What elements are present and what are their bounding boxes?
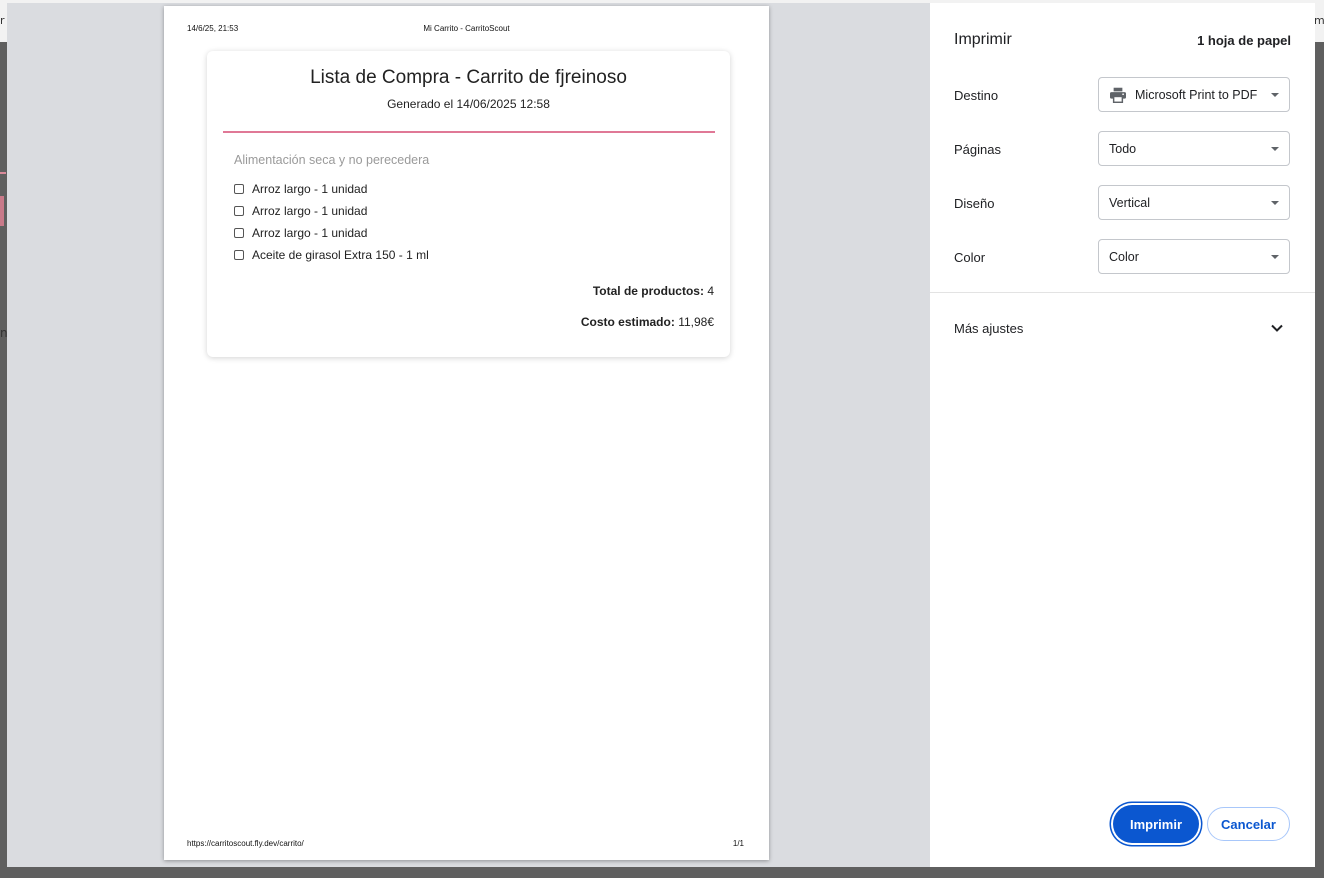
pages-label: Páginas bbox=[954, 142, 1001, 157]
cancel-button[interactable]: Cancelar bbox=[1207, 807, 1290, 841]
item-label: Aceite de girasol Extra 150 - 1 ml bbox=[252, 248, 429, 262]
page-footer-url: https://carritoscout.fly.dev/carrito/ bbox=[187, 839, 304, 848]
print-dialog: 14/6/25, 21:53 Mi Carrito - CarritoScout… bbox=[7, 3, 1315, 867]
list-item: Aceite de girasol Extra 150 - 1 ml bbox=[234, 244, 704, 266]
background-accent-line bbox=[0, 172, 6, 174]
layout-label: Diseño bbox=[954, 196, 995, 211]
background-text-fragment: me bbox=[1314, 14, 1324, 27]
checkbox-icon bbox=[234, 206, 244, 216]
page-header-title: Mi Carrito - CarritoScout bbox=[423, 24, 510, 33]
destination-value: Microsoft Print to PDF bbox=[1135, 87, 1258, 102]
color-label: Color bbox=[954, 250, 986, 265]
total-products: Total de productos: 4 bbox=[593, 284, 714, 298]
item-label: Arroz largo - 1 unidad bbox=[252, 182, 368, 196]
layout-value: Vertical bbox=[1109, 195, 1150, 210]
list-item: Arroz largo - 1 unidad bbox=[234, 222, 704, 244]
category-heading: Alimentación seca y no perecedera bbox=[234, 153, 430, 167]
more-settings-toggle[interactable]: Más ajustes bbox=[954, 321, 1023, 336]
print-settings-panel: Imprimir 1 hoja de papel Destino Microso… bbox=[930, 3, 1315, 867]
list-title: Lista de Compra - Carrito de fjreinoso bbox=[310, 67, 627, 88]
chevron-down-icon[interactable] bbox=[1270, 321, 1284, 335]
shopping-list-card: Lista de Compra - Carrito de fjreinoso G… bbox=[207, 51, 730, 357]
print-preview[interactable]: 14/6/25, 21:53 Mi Carrito - CarritoScout… bbox=[7, 3, 930, 867]
color-select[interactable]: Color bbox=[1098, 239, 1290, 274]
color-value: Color bbox=[1109, 249, 1139, 264]
printer-icon bbox=[1110, 87, 1126, 103]
checkbox-icon bbox=[234, 184, 244, 194]
pages-select[interactable]: Todo bbox=[1098, 131, 1290, 166]
page-footer-number: 1/1 bbox=[732, 839, 744, 848]
destination-select[interactable]: Microsoft Print to PDF bbox=[1098, 77, 1290, 112]
background-text-fragment: r bbox=[0, 14, 5, 27]
dropdown-arrow-icon bbox=[1271, 93, 1279, 97]
estimated-cost-label: Costo estimado: bbox=[580, 315, 675, 329]
list-item: Arroz largo - 1 unidad bbox=[234, 178, 704, 200]
total-products-value: 4 bbox=[707, 284, 714, 298]
title-divider bbox=[223, 131, 715, 133]
background-accent-block bbox=[0, 196, 4, 226]
list-item: Arroz largo - 1 unidad bbox=[234, 200, 704, 222]
estimated-cost-value: 11,98€ bbox=[678, 315, 714, 329]
print-button[interactable]: Imprimir bbox=[1113, 805, 1199, 843]
item-list: Arroz largo - 1 unidad Arroz largo - 1 u… bbox=[234, 178, 704, 266]
pages-value: Todo bbox=[1109, 141, 1137, 156]
settings-divider bbox=[930, 292, 1315, 293]
sheet-count: 1 hoja de papel bbox=[1197, 33, 1291, 48]
dropdown-arrow-icon bbox=[1271, 201, 1279, 205]
destination-label: Destino bbox=[954, 88, 999, 103]
estimated-cost: Costo estimado: 11,98€ bbox=[581, 315, 714, 329]
checkbox-icon bbox=[234, 250, 244, 260]
item-label: Arroz largo - 1 unidad bbox=[252, 226, 368, 240]
panel-title: Imprimir bbox=[954, 31, 1012, 48]
dropdown-arrow-icon bbox=[1271, 255, 1279, 259]
total-products-label: Total de productos: bbox=[592, 284, 704, 298]
dropdown-arrow-icon bbox=[1271, 147, 1279, 151]
preview-page: 14/6/25, 21:53 Mi Carrito - CarritoScout… bbox=[164, 6, 769, 860]
layout-select[interactable]: Vertical bbox=[1098, 185, 1290, 220]
item-label: Arroz largo - 1 unidad bbox=[252, 204, 368, 218]
list-generated-date: Generado el 14/06/2025 12:58 bbox=[387, 97, 550, 111]
checkbox-icon bbox=[234, 228, 244, 238]
